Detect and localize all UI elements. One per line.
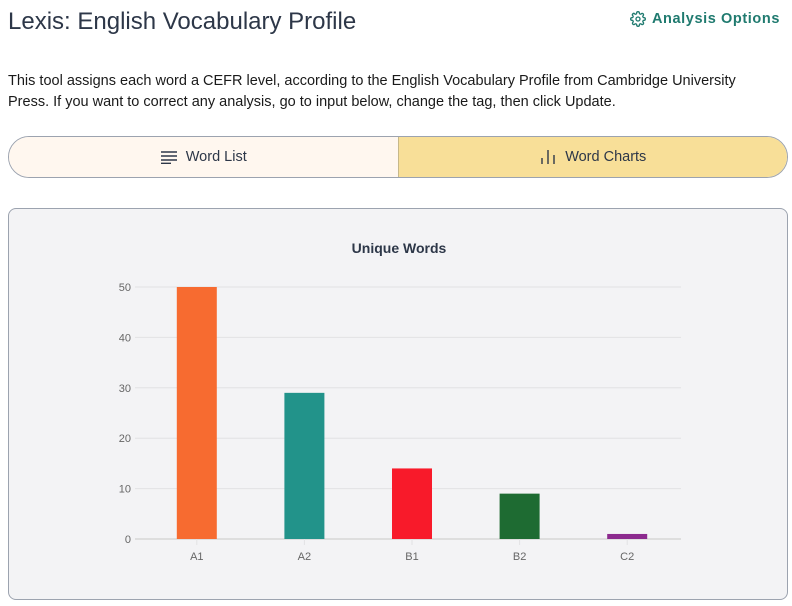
gear-icon xyxy=(630,11,646,27)
description-text: This tool assigns each word a CEFR level… xyxy=(8,73,736,110)
y-tick-label: 40 xyxy=(119,332,131,344)
bar-a2[interactable] xyxy=(284,392,325,539)
tab-word-list-label: Word List xyxy=(185,149,247,165)
unique-words-chart: Unique Words A1 A2 B1 B2 C2 0 10 20 30 40 50 xyxy=(119,240,681,563)
x-tick-label: A2 xyxy=(298,551,311,563)
tab-word-charts[interactable]: Word Charts xyxy=(398,137,787,177)
tab-word-list[interactable]: Word List xyxy=(9,137,399,177)
tab-word-charts-label: Word Charts xyxy=(565,149,647,165)
x-tick-label: B2 xyxy=(513,551,526,563)
y-tick-label: 20 xyxy=(119,433,131,445)
y-tick-label: 10 xyxy=(119,484,131,496)
y-tick-label: 50 xyxy=(119,282,131,294)
x-tick-label: A1 xyxy=(190,551,203,563)
y-tick-label: 30 xyxy=(119,383,131,395)
bar-b2[interactable] xyxy=(499,493,540,539)
analysis-options-button[interactable]: Analysis Options xyxy=(630,11,780,27)
analysis-options-label: Analysis Options xyxy=(651,11,780,27)
view-tabs: Word List Word Charts xyxy=(8,136,788,178)
bar-a1[interactable] xyxy=(176,287,217,539)
chart-panel: Unique Words A1 A2 B1 B2 C2 0 10 20 30 40 50 xyxy=(8,208,788,600)
list-icon xyxy=(160,151,177,164)
bar-b1[interactable] xyxy=(392,468,432,539)
bar-chart-icon xyxy=(541,150,555,164)
x-tick-label: B1 xyxy=(405,551,418,563)
chart-title: Unique Words xyxy=(352,240,447,256)
x-tick-label: C2 xyxy=(620,551,634,563)
page-title: Lexis: English Vocabulary Profile xyxy=(8,8,357,35)
bar-c2[interactable] xyxy=(607,533,648,539)
y-tick-label: 0 xyxy=(125,534,131,546)
